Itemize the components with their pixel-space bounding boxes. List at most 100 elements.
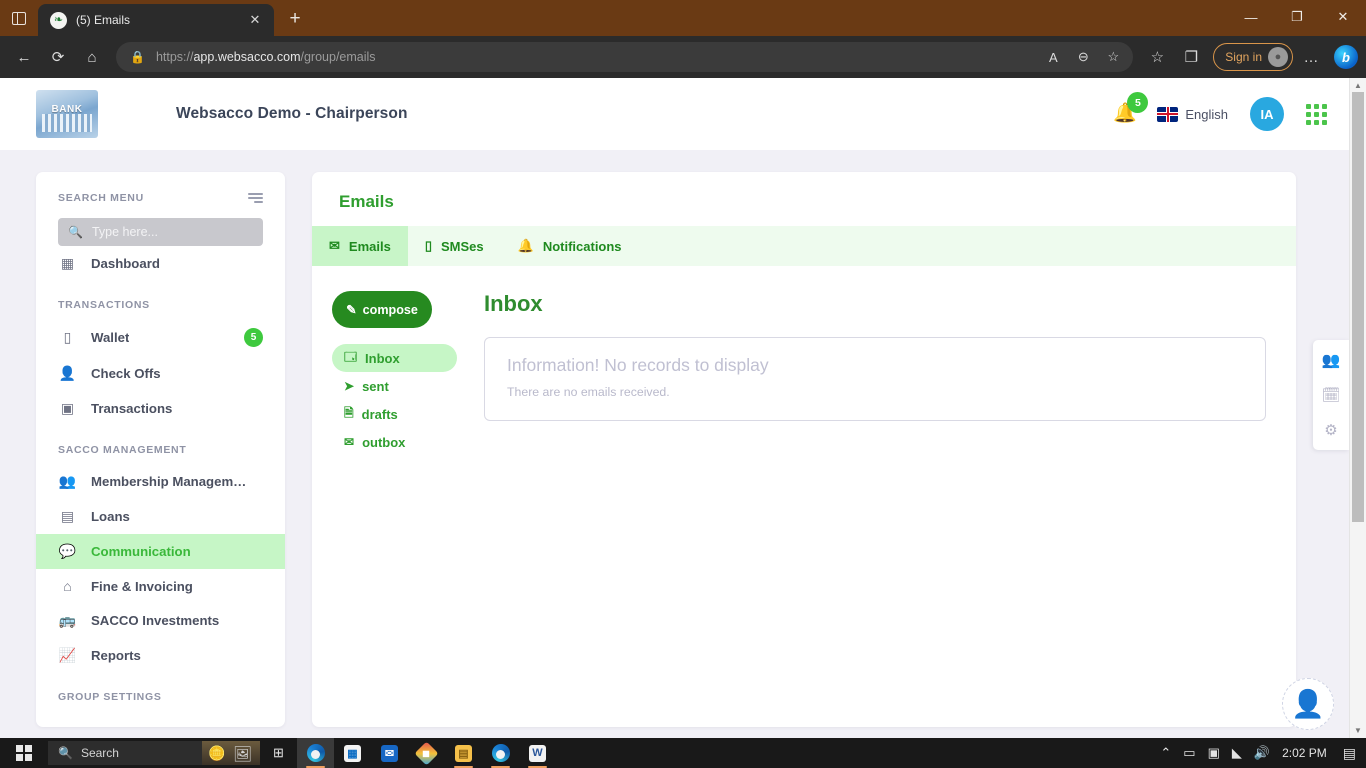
language-selector[interactable]: English [1157,106,1228,122]
task-view-button[interactable]: ⊞ [260,738,297,768]
maximize-button[interactable]: ❐ [1274,0,1320,34]
sign-in-button[interactable]: Sign in ● [1213,43,1293,71]
taskbar-file-explorer[interactable]: ▤ [445,738,482,768]
tab-search-button[interactable] [0,0,38,36]
network-icon[interactable]: ◣ [1232,745,1242,761]
folder-sent[interactable]: ➤ sent [332,372,457,400]
folder-label: drafts [361,406,398,422]
sidebar-item-communication[interactable]: 💬 Communication [36,534,285,569]
filter-icon[interactable] [248,192,263,204]
back-icon[interactable]: ← [8,41,40,73]
support-chat-button[interactable]: 👤 [1282,678,1334,730]
mobile-icon: ▯ [424,238,432,253]
sidebar-item-label: Loans [91,509,130,524]
window-close-button[interactable]: ✕ [1320,0,1366,34]
taskbar-edge-browser-2[interactable] [482,738,519,768]
bing-icon[interactable]: b [1334,45,1358,69]
taskbar-word-app[interactable]: W [519,738,556,768]
start-button[interactable] [0,738,48,768]
collections-icon[interactable]: ❐ [1175,41,1207,73]
volume-icon[interactable]: 🔊 [1254,745,1270,761]
reload-icon[interactable]: ⟳ [42,41,74,73]
sidebar-item-loans[interactable]: ▤ Loans [36,499,285,534]
main-card: Emails ✉ Emails ▯ SMSes 🔔 Notifications [312,172,1296,727]
web-page: BANK Websacco Demo - Chairperson 🔔 5 Eng… [0,78,1349,738]
search-menu-box[interactable]: 🔍 [58,218,263,246]
folder-label: outbox [362,434,406,450]
taskbar-edge-browser[interactable] [297,738,334,768]
folder-inbox[interactable]: 🗔 Inbox [332,344,457,372]
gear-icon[interactable]: ⚙ [1324,421,1337,439]
favorites-icon[interactable]: ☆ [1141,41,1173,73]
more-options-icon[interactable]: … [1295,41,1327,73]
sidebar-item-transactions[interactable]: ▣ Transactions [36,391,285,426]
calendar-clock-icon[interactable]: 🗓 [1321,386,1340,404]
members-icon[interactable]: 👥 [1322,351,1341,369]
user-avatar[interactable]: IA [1250,97,1284,131]
file-icon: 🗎 [344,405,354,420]
sidebar-section-group-settings: GROUP SETTINGS [58,691,162,703]
mail-area: ✎ compose 🗔 Inbox ➤ sent 🗎 drafts ✉ outb… [312,266,1296,456]
notifications-button[interactable]: 🔔 5 [1113,92,1149,127]
reports-icon: 📈 [58,647,77,663]
minimize-button[interactable]: — [1228,0,1274,34]
tab-emails[interactable]: ✉ Emails [312,226,408,266]
microsoft-store-icon: ▦ [344,744,361,762]
folder-drafts[interactable]: 🗎 drafts [332,400,457,428]
tab-notifications[interactable]: 🔔 Notifications [501,226,639,266]
read-aloud-icon[interactable]: A [1039,43,1067,71]
battery-icon[interactable]: ▭ [1183,745,1195,761]
sidebar-item-label: Reports [91,648,141,663]
tray-chevron-icon[interactable]: ⌃ [1160,745,1171,761]
sidebar-item-dashboard[interactable]: ▦ Dashboard [36,246,285,281]
tab-smses[interactable]: ▯ SMSes [408,226,501,266]
taskbar-search[interactable]: 🔍 Search 🪙 🖼 [48,741,260,765]
notifications-center-icon[interactable]: ▤ [1339,745,1356,762]
compose-button[interactable]: ✎ compose [332,291,432,328]
taskbar-mail-app[interactable]: ✉ [371,738,408,768]
notification-badge: 5 [1127,92,1149,113]
new-tab-button[interactable]: + [280,4,310,34]
windows-logo-icon [16,745,32,761]
headset-agent-icon: 👤 [1291,688,1325,719]
window-controls: — ❐ ✕ [1228,0,1366,34]
zoom-icon[interactable]: ⊖ [1069,43,1097,71]
scroll-down-arrow[interactable]: ▼ [1354,723,1362,738]
taskbar-paint-app[interactable]: ◆ [408,738,445,768]
dashboard-icon: ▦ [60,255,75,271]
envelope-check-icon: ✉ [329,238,340,253]
task-view-icon: ⊞ [273,745,284,760]
camera-icon[interactable]: ▣ [1208,745,1220,761]
taskbar-clock[interactable]: 2:02 PM [1282,746,1327,760]
membership-icon: 👥 [58,473,77,489]
folder-outbox[interactable]: ✉ outbox [332,428,457,456]
mail-content: Inbox Information! No records to display… [484,291,1296,456]
search-icon: 🔍 [58,746,73,760]
sidebar-item-check-offs[interactable]: 👤 Check Offs [36,356,285,391]
page-title: Websacco Demo - Chairperson [176,105,408,122]
address-bar[interactable]: 🔒 https://app.websacco.com/group/emails … [116,42,1134,72]
browser-tab[interactable]: ❧ (5) Emails ✕ [38,4,274,36]
sidebar-item-wallet[interactable]: ▯ Wallet 5 [36,319,285,356]
close-icon[interactable]: ✕ [244,9,266,31]
add-favorite-icon[interactable]: ☆ [1099,43,1127,71]
folder-label: Inbox [365,350,400,366]
sidebar-item-label: Transactions [91,401,173,416]
sidebar-item-fine-invoicing[interactable]: ⌂ Fine & Invoicing [36,569,285,603]
home-icon[interactable]: ⌂ [76,41,108,73]
vertical-scrollbar[interactable]: ▲ ▼ [1349,78,1366,738]
tab-strip: ❧ (5) Emails ✕ + — ❐ ✕ [0,0,1366,36]
taskbar-microsoft-store[interactable]: ▦ [334,738,371,768]
apps-grid-icon[interactable] [1306,103,1327,125]
browser-toolbar: ← ⟳ ⌂ 🔒 https://app.websacco.com/group/e… [0,36,1366,78]
search-icon: 🔍 [68,225,83,239]
sidebar-item-membership-management[interactable]: 👥 Membership Managem… [36,464,285,499]
scrollbar-thumb[interactable] [1352,92,1364,522]
sidebar-item-label: Membership Managem… [91,474,247,489]
sidebar-item-reports[interactable]: 📈 Reports [36,638,285,673]
search-input[interactable] [91,225,253,239]
scroll-up-arrow[interactable]: ▲ [1354,78,1362,93]
wallet-icon: ▯ [63,329,72,345]
page-viewport: BANK Websacco Demo - Chairperson 🔔 5 Eng… [0,78,1366,738]
sidebar-item-sacco-investments[interactable]: 🚌 SACCO Investments [36,603,285,638]
